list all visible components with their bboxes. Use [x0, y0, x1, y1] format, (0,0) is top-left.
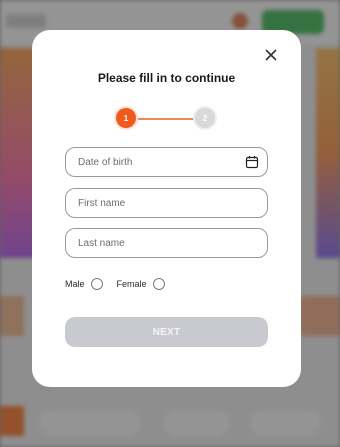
gender-male-label: Male — [65, 279, 85, 289]
modal-title: Please fill in to continue — [97, 71, 236, 85]
progress-stepper: 1 2 — [116, 108, 216, 130]
gender-female-label: Female — [116, 279, 147, 289]
gender-male-radio[interactable] — [90, 278, 103, 290]
signup-modal: Please fill in to continue 1 2 Male Fema… — [32, 30, 301, 387]
last-name-field — [65, 228, 268, 258]
date-of-birth-input[interactable] — [66, 148, 267, 176]
step-1-indicator: 1 — [116, 108, 136, 128]
first-name-input[interactable] — [66, 189, 267, 217]
close-icon — [265, 49, 277, 61]
last-name-input[interactable] — [66, 229, 267, 257]
step-2-indicator: 2 — [195, 108, 215, 128]
stepper-line — [134, 118, 200, 120]
date-of-birth-field — [65, 147, 268, 177]
gender-selector: Male Female — [65, 277, 165, 291]
close-button[interactable] — [261, 45, 281, 65]
next-button[interactable]: NEXT — [65, 317, 268, 347]
calendar-icon[interactable] — [245, 155, 259, 169]
gender-female-radio[interactable] — [152, 278, 165, 290]
first-name-field — [65, 188, 268, 218]
